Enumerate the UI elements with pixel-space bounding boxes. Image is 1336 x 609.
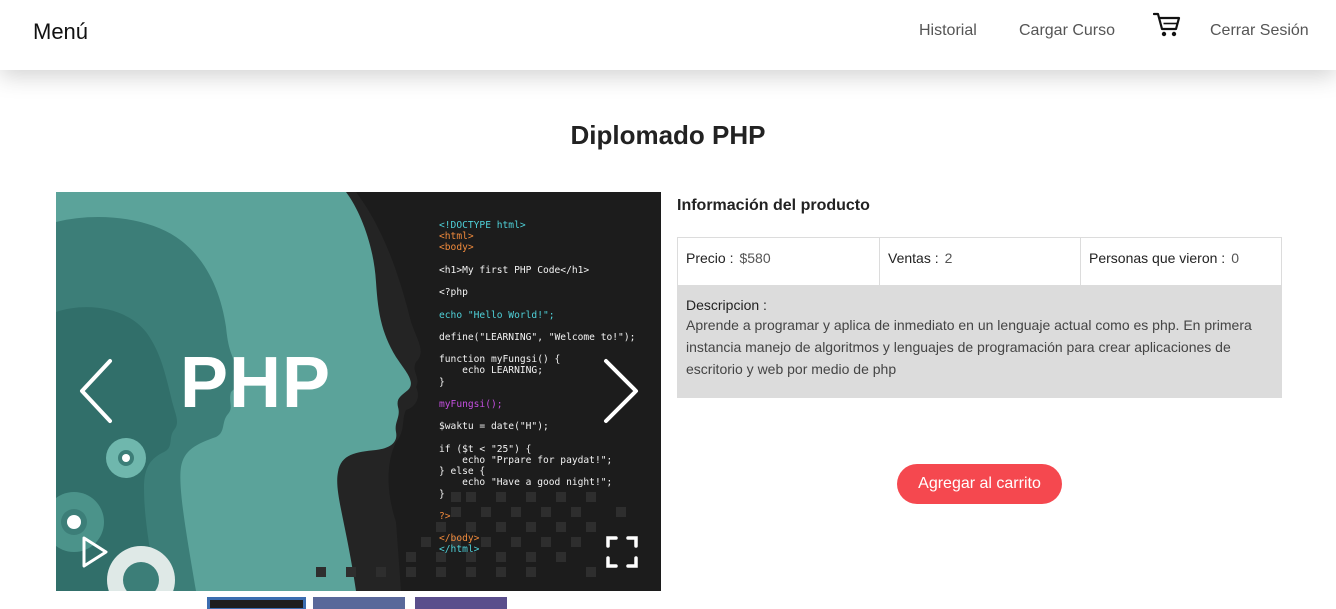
slide-php-title: PHP [180, 343, 332, 423]
code-line: echo "Have a good night!"; [439, 477, 613, 489]
nav-cerrar-sesion-link[interactable]: Cerrar Sesión [1210, 22, 1309, 40]
sales-value: 2 [944, 250, 953, 266]
views-label: Personas que vieron : [1089, 250, 1226, 266]
product-info-table: Precio : $580 Ventas : 2 Personas que vier… [677, 237, 1282, 398]
thumbnail-1[interactable] [207, 597, 306, 609]
fullscreen-icon[interactable] [605, 535, 639, 569]
views-value: 0 [1231, 250, 1239, 266]
carousel-prev-arrow-icon[interactable] [74, 355, 122, 427]
carousel-next-arrow-icon[interactable] [596, 355, 644, 427]
code-line: echo "Prpare for paydat!"; [439, 454, 613, 466]
shopping-cart-icon[interactable] [1152, 12, 1181, 38]
code-line: ?> [439, 510, 451, 522]
price-label: Precio : [686, 250, 734, 266]
menu-brand[interactable]: Menú [33, 19, 88, 45]
nav-cargar-curso-link[interactable]: Cargar Curso [1019, 22, 1115, 40]
product-image-carousel[interactable]: PHP <!DOCTYPE html> <html> <body> <h1>My fi… [56, 192, 661, 591]
code-line: echo "Hello World!"; [439, 309, 555, 321]
sales-cell: Ventas : 2 [880, 238, 1081, 285]
code-line: define("LEARNING", "Welcome to!"); [439, 331, 636, 343]
navbar: Menú Historial Cargar Curso Cerrar Sesió… [0, 0, 1336, 70]
price-value: $580 [739, 250, 771, 266]
nav-historial-link[interactable]: Historial [919, 22, 977, 40]
thumbnail-2[interactable] [313, 597, 405, 609]
code-line: <h1>My first PHP Code</h1> [439, 264, 590, 276]
description-box: Descripcion : Aprende a programar y apli… [678, 285, 1281, 397]
code-line: <body> [439, 242, 474, 254]
code-line: <html> [439, 231, 474, 243]
play-icon[interactable] [78, 532, 112, 572]
page-title: Diplomado PHP [570, 120, 766, 150]
thumbnail-3[interactable] [415, 597, 507, 609]
product-stats-row: Precio : $580 Ventas : 2 Personas que vier… [678, 238, 1281, 285]
code-line: if ($t < "25") { [439, 443, 532, 455]
views-cell: Personas que vieron : 0 [1081, 238, 1281, 285]
code-line: } [439, 488, 445, 500]
code-line: <?php [439, 287, 468, 299]
code-line: } else { [439, 466, 486, 478]
add-to-cart-button[interactable]: Agregar al carrito [897, 464, 1062, 504]
code-line: <!DOCTYPE html> [439, 220, 526, 231]
description-text: Aprende a programar y aplica de inmediat… [686, 317, 1252, 377]
product-info-heading: Información del producto [677, 197, 870, 214]
price-cell: Precio : $580 [678, 238, 880, 285]
sales-label: Ventas : [888, 250, 939, 266]
description-label: Descripcion : [686, 297, 767, 313]
